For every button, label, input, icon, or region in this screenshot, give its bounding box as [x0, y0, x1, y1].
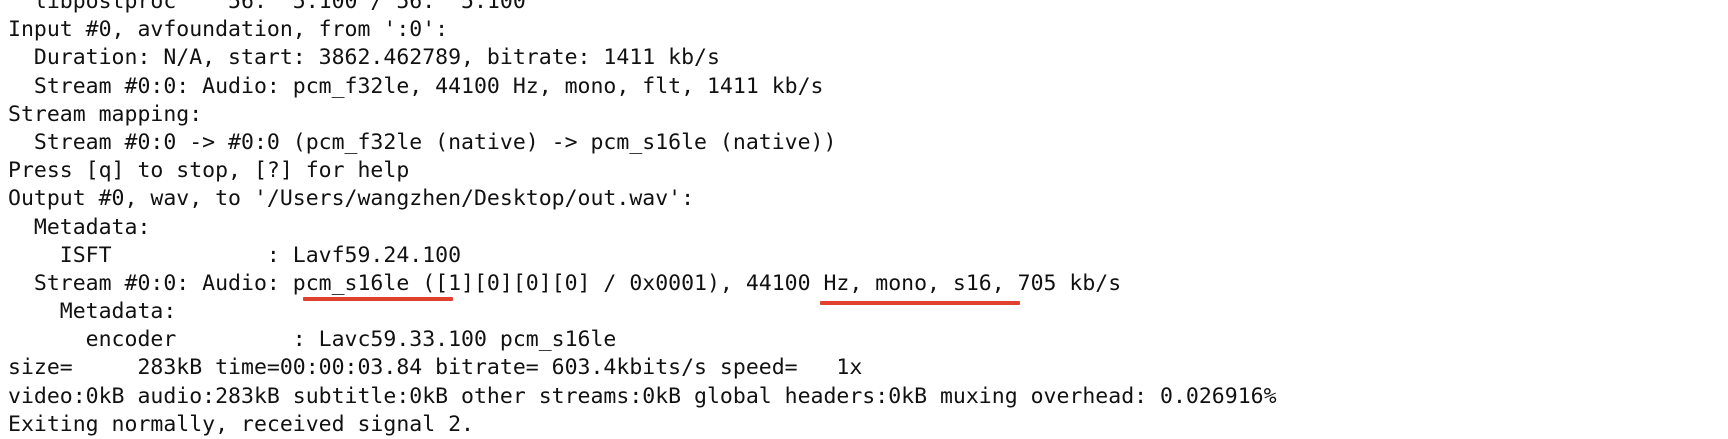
- terminal-line: Metadata:: [8, 214, 151, 240]
- codec-underline-annotation: [303, 297, 453, 301]
- terminal-line: Stream mapping:: [8, 101, 203, 127]
- terminal-line: Stream #0:0 -> #0:0 (pcm_f32le (native) …: [8, 129, 837, 155]
- terminal-output: libpostproc 56. 5.100 / 56. 5.100 Input …: [8, 0, 1720, 439]
- terminal-line: encoder : Lavc59.33.100 pcm_s16le: [8, 327, 617, 353]
- terminal-line: Duration: N/A, start: 3862.462789, bitra…: [8, 45, 720, 71]
- terminal-line: video:0kB audio:283kB subtitle:0kB other…: [8, 383, 1277, 409]
- terminal-line: ISFT : Lavf59.24.100: [8, 242, 462, 268]
- terminal-line: Stream #0:0: Audio: pcm_f32le, 44100 Hz,…: [8, 73, 824, 99]
- terminal-line: Output #0, wav, to '/Users/wangzhen/Desk…: [8, 186, 695, 212]
- terminal-line: Input #0, avfoundation, from ':0':: [8, 17, 449, 43]
- terminal-line: libpostproc 56. 5.100 / 56. 5.100: [8, 0, 526, 14]
- terminal-line: Exiting normally, received signal 2.: [8, 411, 474, 437]
- terminal-line: Stream #0:0: Audio: pcm_s16le ([1][0][0]…: [8, 270, 1122, 296]
- samplerate-underline-annotation: [820, 301, 1020, 305]
- terminal-line: size= 283kB time=00:00:03.84 bitrate= 60…: [8, 355, 863, 381]
- terminal-line: Press [q] to stop, [?] for help: [8, 158, 410, 184]
